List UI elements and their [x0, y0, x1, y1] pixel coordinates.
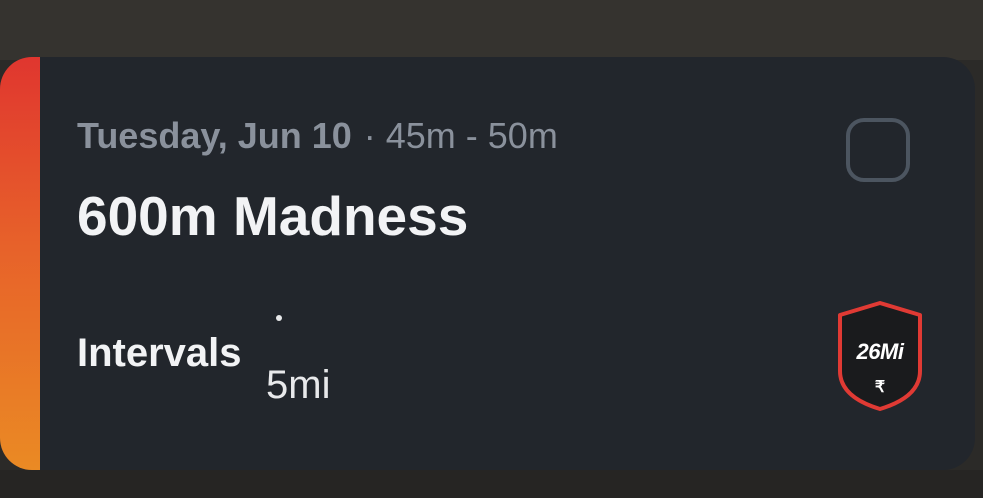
type-separator-dot — [276, 315, 282, 321]
workout-duration: 45m - 50m — [385, 115, 558, 156]
distance-badge: 26Mi ₹ — [836, 301, 924, 413]
workout-date: Tuesday, Jun 10 — [77, 115, 352, 156]
intensity-accent-bar — [0, 57, 40, 470]
bottom-background — [0, 470, 983, 498]
runner-icon: ₹ — [874, 379, 886, 396]
workout-type: Intervals — [77, 331, 242, 375]
workout-meta: Tuesday, Jun 10 · 45m - 50m — [77, 115, 558, 157]
workout-card[interactable]: Tuesday, Jun 10 · 45m - 50m 600m Madness I… — [0, 57, 975, 470]
meta-separator: · — [363, 115, 376, 156]
complete-checkbox[interactable] — [846, 118, 910, 182]
badge-label: 26Mi — [856, 339, 904, 364]
workout-distance: 5mi — [266, 363, 331, 407]
workout-title: 600m Madness — [77, 185, 469, 247]
top-background — [0, 0, 983, 60]
